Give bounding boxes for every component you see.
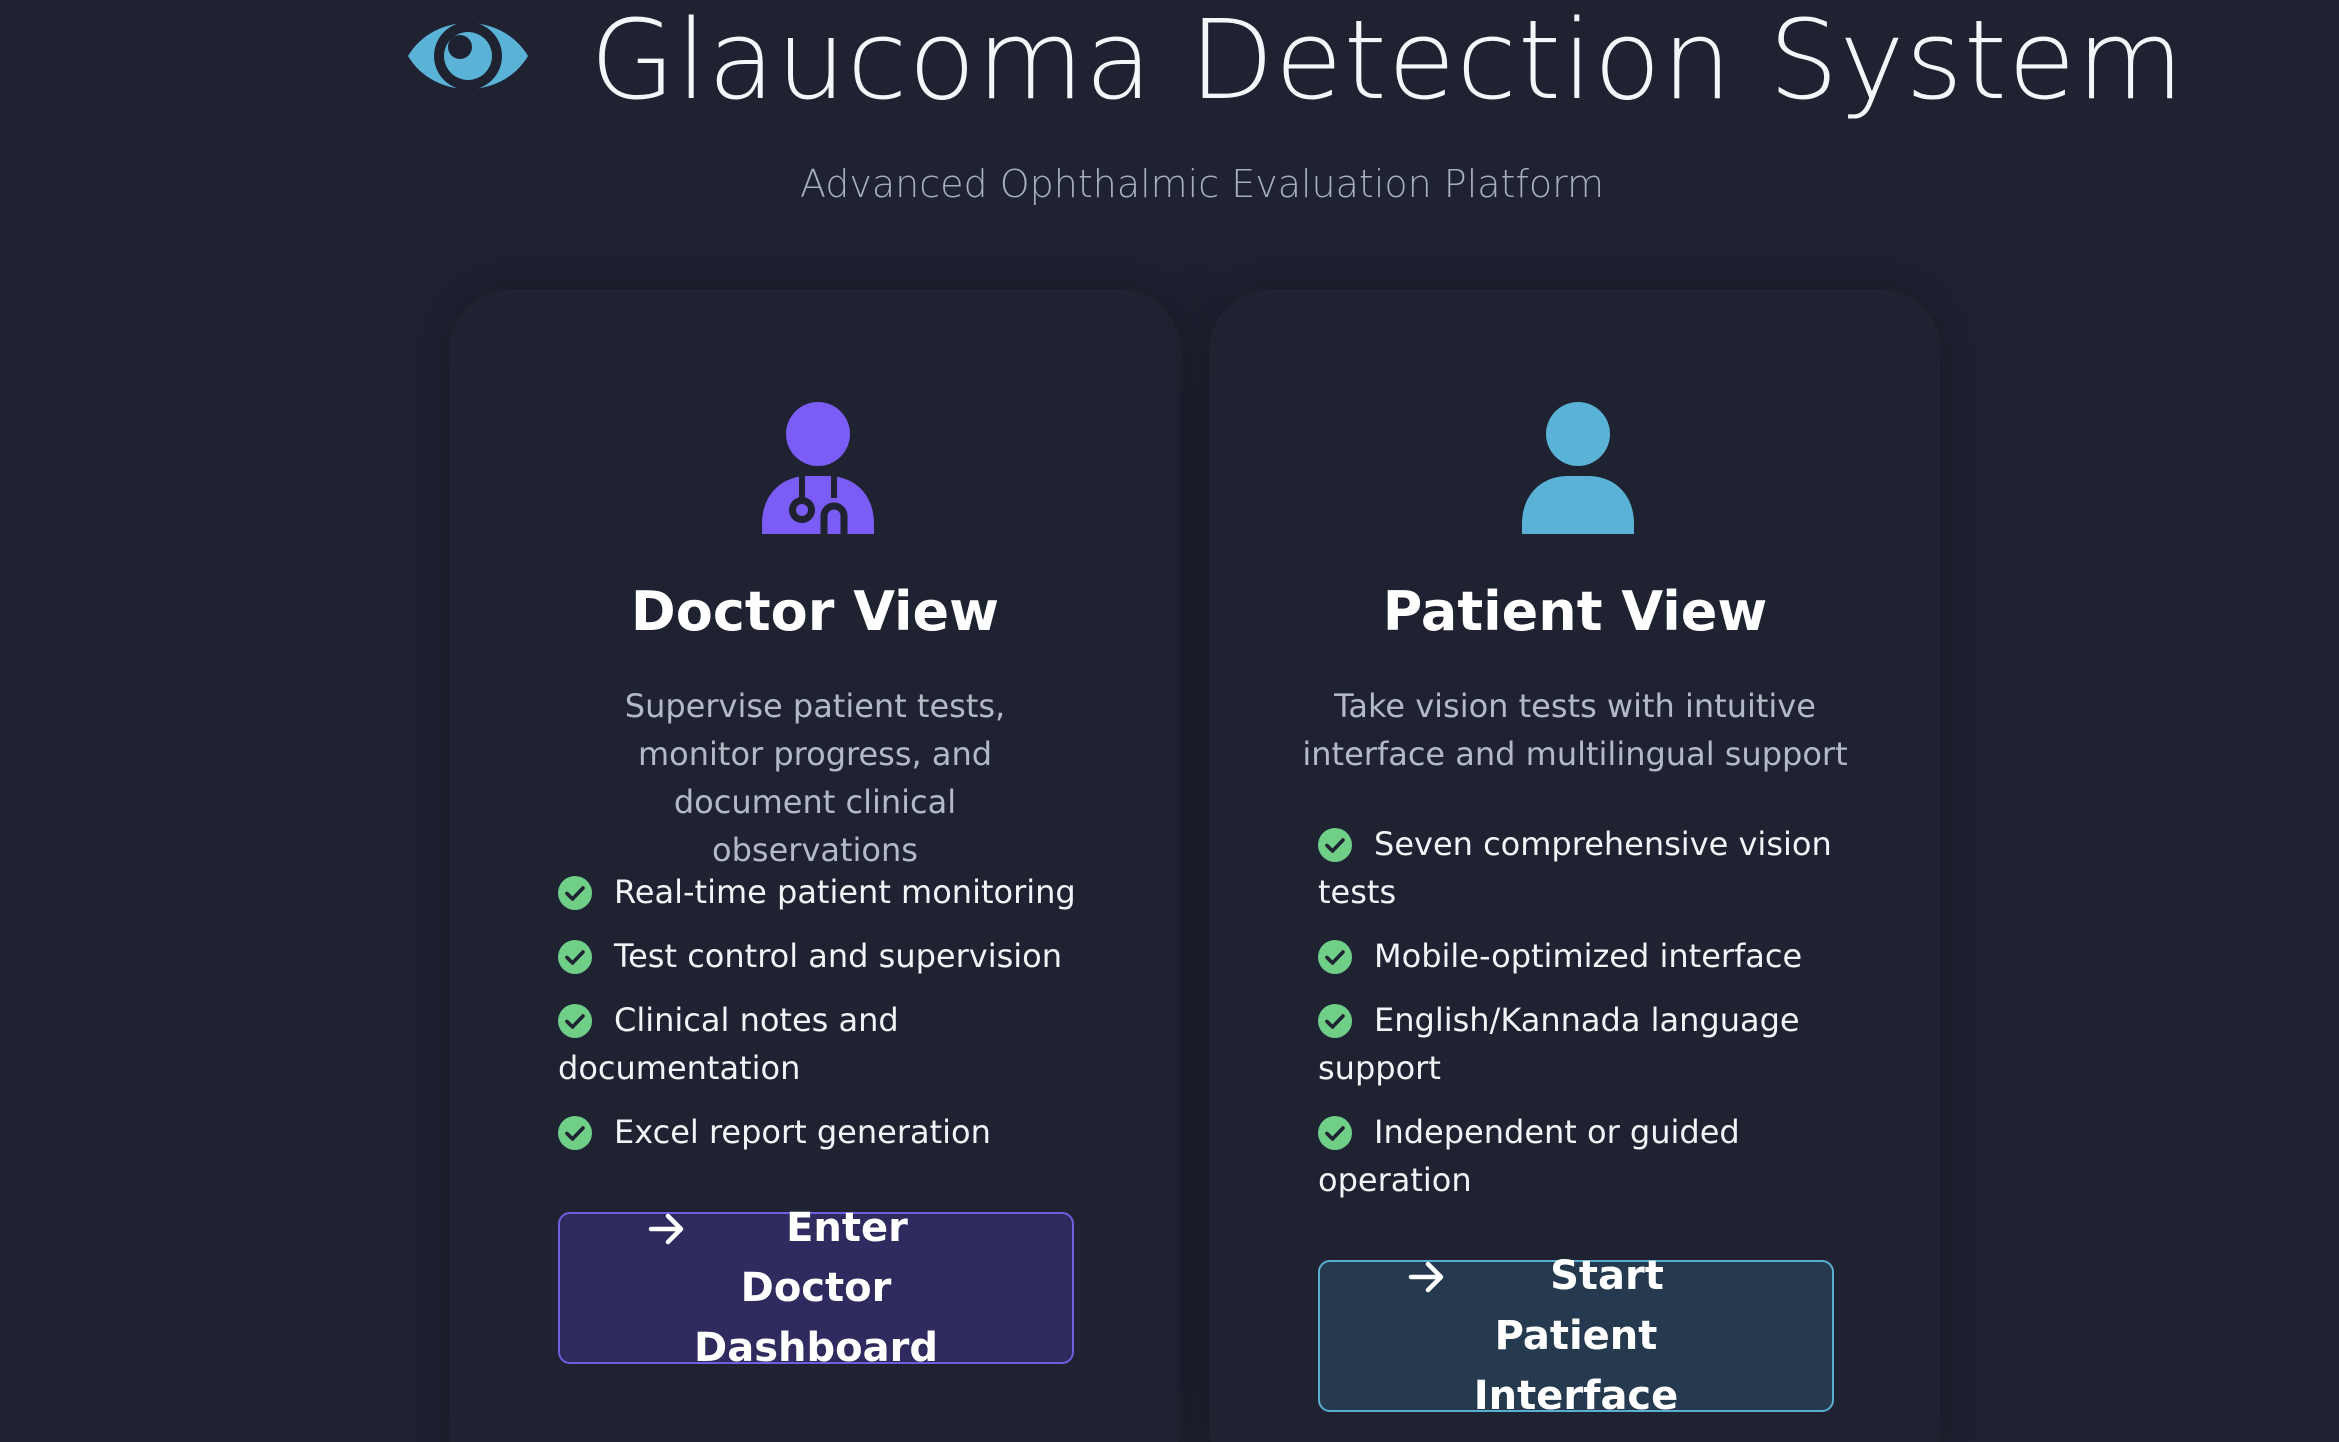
check-circle-icon [1318,940,1352,974]
feature-item: English/Kannada language support [1318,996,1838,1092]
feature-item: Excel report generation [558,1108,1078,1156]
check-circle-icon [1318,1004,1352,1038]
user-icon [1522,402,1634,534]
page-subtitle: Advanced Ophthalmic Evaluation Platform [799,162,1605,206]
doctor-view-card: Doctor View Supervise patient tests, mon… [450,290,1180,1442]
feature-label: Independent or guided operation [1318,1113,1740,1199]
arrow-right-icon [1408,1261,1444,1293]
feature-label: Test control and supervision [614,937,1063,975]
check-circle-icon [1318,1116,1352,1150]
button-content: Enter Doctor Dashboard [648,1198,981,1378]
start-patient-interface-button[interactable]: Start Patient Interface [1318,1253,1834,1419]
check-circle-icon [558,940,592,974]
doctor-card-title: Doctor View [630,580,1000,643]
patient-feature-list: Seven comprehensive vision tests Mobile-… [1318,820,1838,1220]
patient-card-description: Take vision tests with intuitive interfa… [1302,687,1848,773]
doctor-feature-list: Real-time patient monitoring Test contro… [558,868,1078,1172]
check-circle-icon [558,1004,592,1038]
feature-label: Excel report generation [614,1113,991,1151]
feature-item: Real-time patient monitoring [558,868,1078,916]
arrow-right-icon [648,1213,684,1245]
feature-label: Seven comprehensive vision tests [1318,825,1832,911]
enter-doctor-dashboard-button[interactable]: Enter Doctor Dashboard [558,1205,1074,1371]
page-header: Glaucoma Detection System Advanced Ophth… [0,0,2339,240]
user-doctor-icon [762,402,874,534]
check-circle-icon [558,876,592,910]
feature-item: Independent or guided operation [1318,1108,1838,1204]
feature-item: Mobile-optimized interface [1318,932,1838,980]
eye-icon [408,22,528,90]
page-title: Glaucoma Detection System [590,0,2185,124]
landing-page: Glaucoma Detection System Advanced Ophth… [0,0,2339,1442]
feature-item: Seven comprehensive vision tests [1318,820,1838,916]
feature-item: Test control and supervision [558,932,1078,980]
check-circle-icon [1318,828,1352,862]
patient-card-title: Patient View [1382,580,1768,643]
feature-label: Real-time patient monitoring [614,873,1076,911]
button-content: Start Patient Interface [1408,1246,1741,1426]
button-label: Enter Doctor Dashboard [694,1205,938,1371]
doctor-card-description: Supervise patient tests, monitor progres… [624,687,1006,869]
button-label: Start Patient Interface [1473,1253,1679,1419]
check-circle-icon [558,1116,592,1150]
patient-view-card: Patient View Take vision tests with intu… [1210,290,1940,1442]
feature-item: Clinical notes and documentation [558,996,1078,1092]
feature-label: English/Kannada language support [1318,1001,1800,1087]
feature-label: Clinical notes and documentation [558,1001,899,1087]
feature-label: Mobile-optimized interface [1374,937,1803,975]
